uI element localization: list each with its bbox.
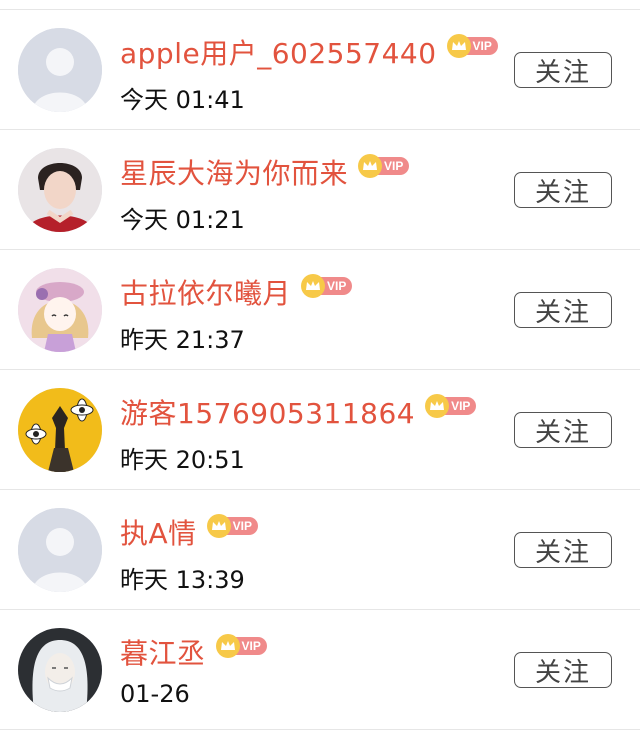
follow-button[interactable]: 关注 [514, 532, 612, 568]
follow-button[interactable]: 关注 [514, 652, 612, 688]
timestamp: 昨天 13:39 [120, 566, 245, 594]
artwork-avatar[interactable] [18, 388, 102, 472]
user-list: apple用户_602557440 VIP 今天 01:41 关注 星辰大海为你… [0, 10, 640, 730]
follow-button[interactable]: 关注 [514, 52, 612, 88]
vip-badge: VIP [358, 154, 410, 178]
follow-button[interactable]: 关注 [514, 412, 612, 448]
crown-icon [358, 154, 383, 178]
timestamp: 今天 01:21 [120, 206, 245, 234]
photo-avatar[interactable] [18, 628, 102, 712]
list-item[interactable]: 星辰大海为你而来 VIP 今天 01:21 关注 [0, 130, 640, 250]
list-item[interactable]: 暮江丞 VIP 01-26 关注 [0, 610, 640, 730]
user-name[interactable]: 古拉依尔曦月 [120, 272, 291, 312]
user-name[interactable]: 执A情 [120, 512, 197, 552]
timestamp: 昨天 21:37 [120, 326, 245, 354]
list-item[interactable]: 古拉依尔曦月 VIP 昨天 21:37 关注 [0, 250, 640, 370]
crown-icon [425, 394, 450, 418]
vip-badge: VIP [425, 394, 477, 418]
timestamp: 01-26 [120, 680, 190, 708]
crown-icon [446, 34, 471, 58]
follow-button[interactable]: 关注 [514, 172, 612, 208]
list-item[interactable]: apple用户_602557440 VIP 今天 01:41 关注 [0, 10, 640, 130]
vip-badge: VIP [301, 274, 353, 298]
list-item[interactable]: 执A情 VIP 昨天 13:39 关注 [0, 490, 640, 610]
user-name[interactable]: 游客1576905311864 [120, 392, 415, 432]
vip-badge: VIP [215, 634, 267, 658]
timestamp: 今天 01:41 [120, 86, 245, 114]
crown-icon [206, 514, 231, 538]
crown-icon [301, 274, 326, 298]
default-avatar[interactable] [18, 28, 102, 112]
crown-icon [215, 634, 240, 658]
illustration-avatar[interactable] [18, 268, 102, 352]
default-avatar[interactable] [18, 508, 102, 592]
user-name[interactable]: 暮江丞 [120, 632, 206, 672]
list-item[interactable]: 游客1576905311864 VIP 昨天 20:51 关注 [0, 370, 640, 490]
user-name[interactable]: apple用户_602557440 [120, 32, 437, 72]
user-name[interactable]: 星辰大海为你而来 [120, 152, 348, 192]
timestamp: 昨天 20:51 [120, 446, 245, 474]
photo-avatar[interactable] [18, 148, 102, 232]
vip-badge: VIP [206, 514, 258, 538]
follow-button[interactable]: 关注 [514, 292, 612, 328]
vip-badge: VIP [446, 34, 498, 58]
